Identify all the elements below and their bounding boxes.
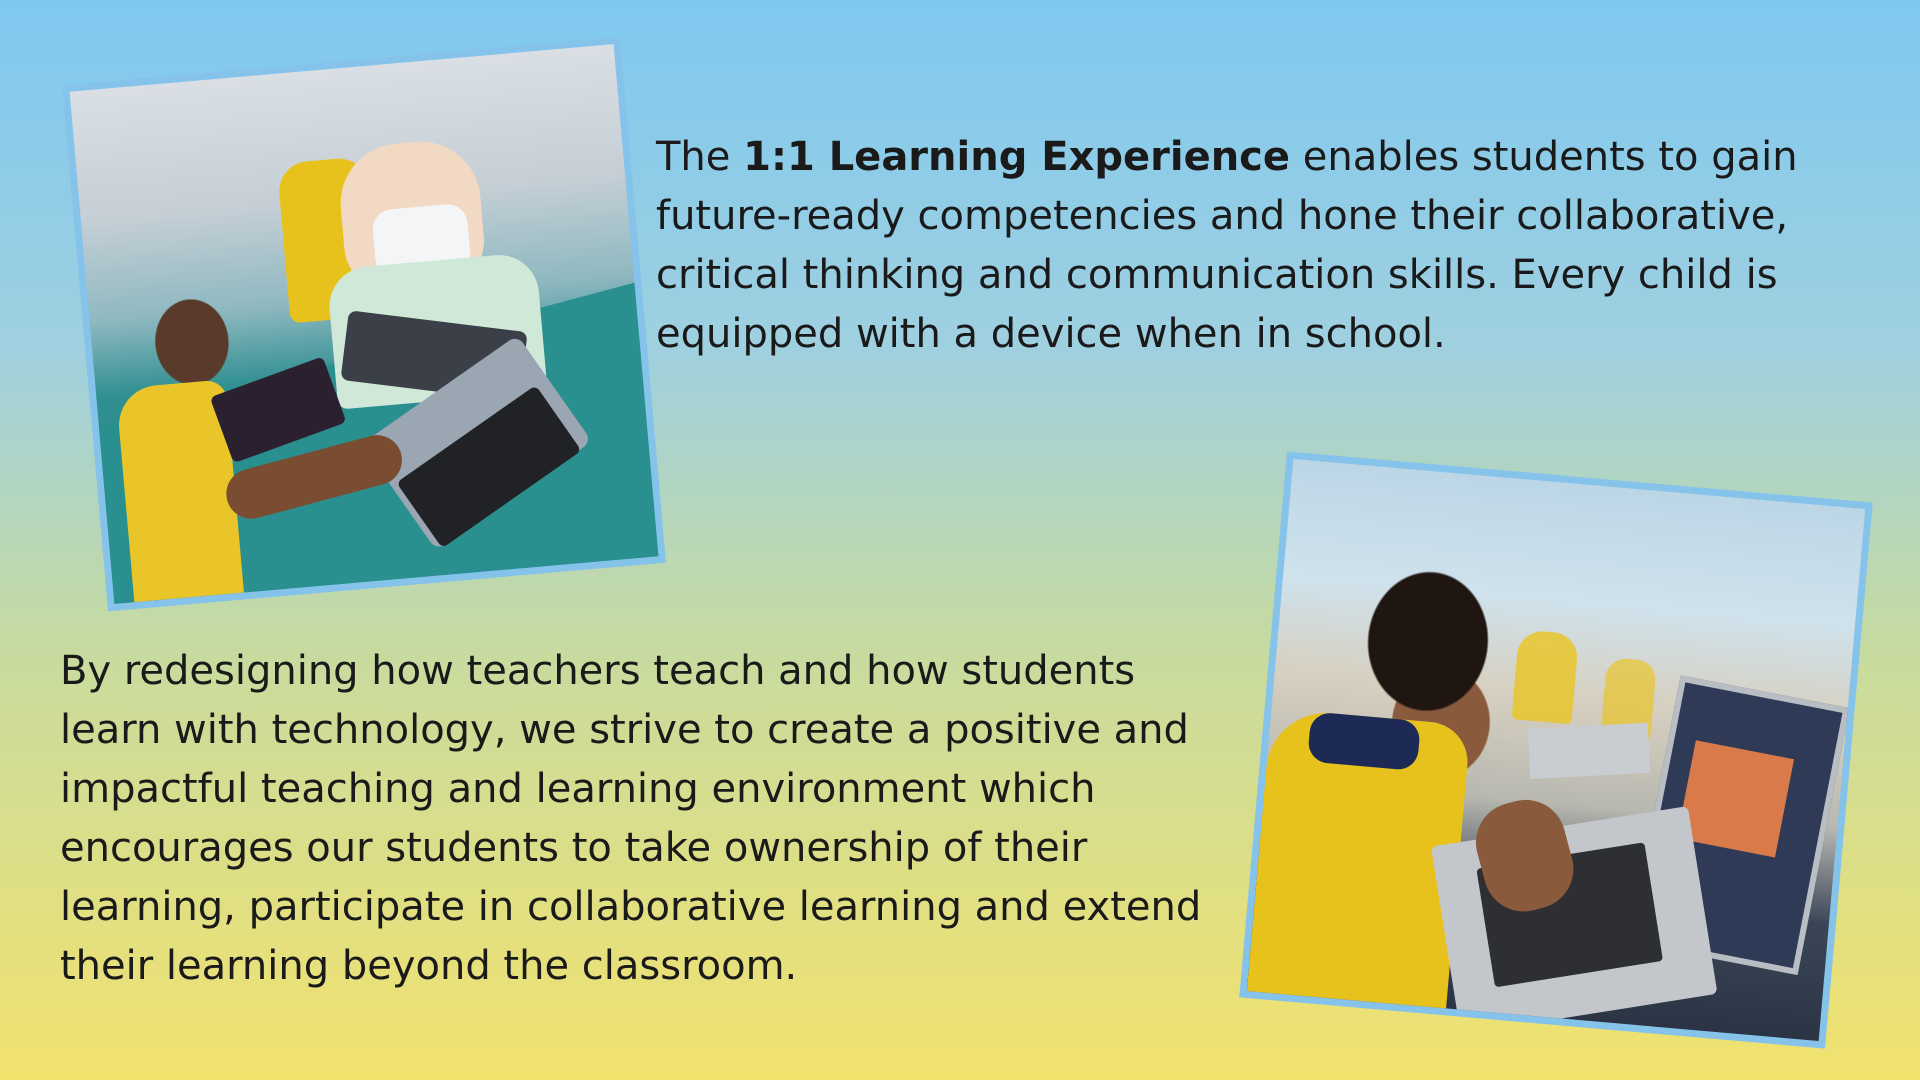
photo-students-tablets xyxy=(69,44,659,604)
intro-paragraph: The 1:1 Learning Experience enables stud… xyxy=(656,128,1836,364)
slide: The 1:1 Learning Experience enables stud… xyxy=(0,0,1920,1080)
shirt-collar-shape xyxy=(1307,711,1422,771)
laptop-screen-content-shape xyxy=(1676,740,1795,858)
background-student-shape xyxy=(1511,629,1580,725)
program-name: 1:1 Learning Experience xyxy=(743,134,1291,180)
laptop-shape xyxy=(1527,722,1651,779)
intro-prefix: The xyxy=(656,134,744,180)
photo-frame-students-tablets xyxy=(62,36,666,612)
photo-student-laptop xyxy=(1246,459,1866,1041)
vision-paragraph: By redesigning how teachers teach and ho… xyxy=(60,648,1202,989)
photo-frame-student-laptop xyxy=(1239,451,1873,1049)
